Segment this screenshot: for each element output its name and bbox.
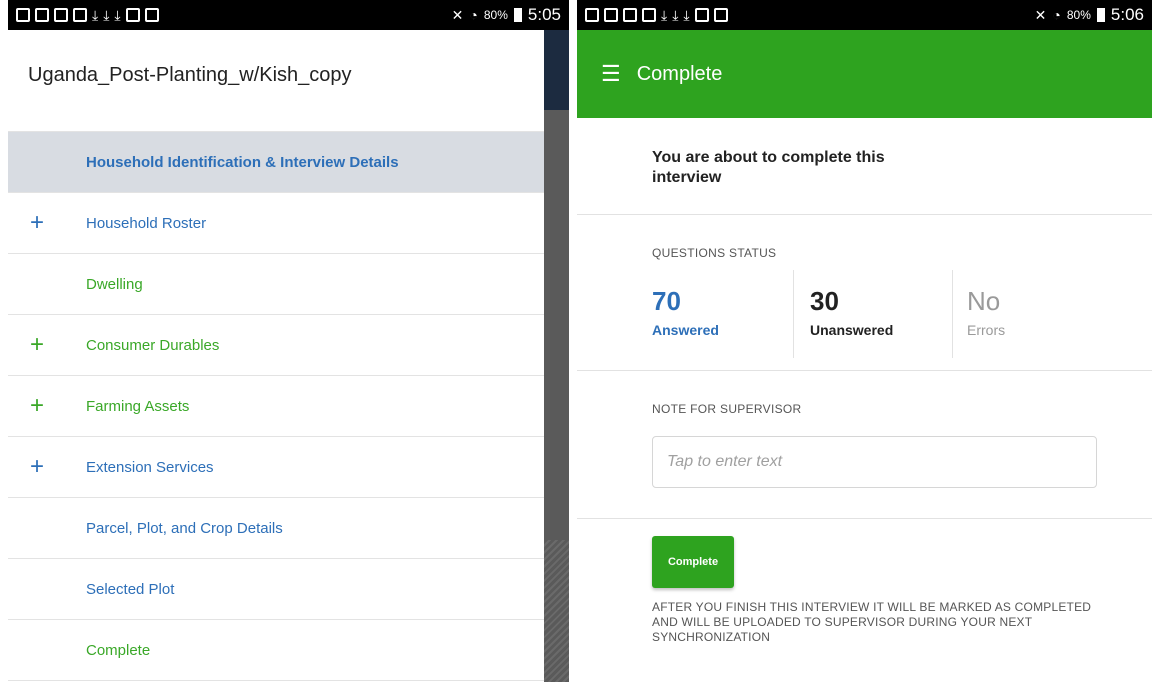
battery-percent: 80% — [483, 8, 508, 22]
nav-item-household-identification[interactable]: Household Identification & Interview Det… — [8, 132, 544, 193]
image-icon — [623, 8, 637, 22]
screen-divider — [569, 0, 577, 682]
battery-percent: 80% — [1066, 8, 1091, 22]
battery-icon — [513, 8, 522, 22]
nav-item-dwelling[interactable]: Dwelling — [8, 254, 544, 315]
nav-item-label: Parcel, Plot, and Crop Details — [86, 519, 283, 537]
right-phone-screen: ⤓ ⤓ ⤓ ✕ ◔ 80% 5:06 ☰ Complete You are ab… — [577, 0, 1152, 682]
mute-icon: ✕ — [1034, 6, 1047, 23]
unanswered-label: Unanswered — [810, 322, 894, 338]
nav-item-extension-services[interactable]: + Extension Services — [8, 437, 544, 498]
download-icon: ⤓ — [92, 6, 99, 23]
intro-text: You are about to complete this interview — [652, 149, 885, 186]
nav-item-label: Selected Plot — [86, 580, 175, 598]
bag-icon — [125, 8, 140, 22]
nav-item-label: Dwelling — [86, 275, 143, 293]
expand-plus-icon[interactable]: + — [30, 455, 44, 479]
answered-stat: 70 Answered — [652, 286, 719, 362]
nav-item-label: Farming Assets — [86, 397, 190, 415]
supervisor-note-input[interactable] — [652, 436, 1097, 488]
scrim-appbar — [544, 30, 569, 110]
clock: 5:05 — [527, 5, 561, 24]
download-icon: ⤓ — [683, 6, 690, 23]
unanswered-stat: 30 Unanswered — [810, 286, 893, 362]
mute-icon: ✕ — [451, 6, 464, 23]
cast-icon — [16, 8, 30, 22]
scrim-texture — [544, 540, 569, 682]
status-bar: ⤓ ⤓ ⤓ ✕ ◔ 80% 5:05 — [8, 0, 569, 30]
notification-icons: ⤓ ⤓ ⤓ — [16, 7, 159, 24]
left-phone-screen: ⤓ ⤓ ⤓ ✕ ◔ 80% 5:05 Uganda_Post-Planting_… — [8, 0, 569, 682]
complete-section: You are about to complete this interview… — [577, 118, 1152, 682]
stat-separator — [793, 270, 794, 358]
cast-icon — [585, 8, 599, 22]
bag-icon — [144, 8, 159, 22]
drawer-title: Uganda_Post-Planting_w/Kish_copy — [8, 30, 544, 132]
expand-plus-icon[interactable]: + — [30, 333, 44, 357]
divider — [577, 370, 1152, 371]
answered-count: 70 — [652, 286, 681, 316]
nav-item-label: Extension Services — [86, 458, 214, 476]
errors-count: No — [967, 286, 1001, 316]
nav-item-farming-assets[interactable]: + Farming Assets — [8, 376, 544, 437]
nav-item-parcel-plot-crop[interactable]: Parcel, Plot, and Crop Details — [8, 498, 544, 559]
bag-icon — [713, 8, 728, 22]
complete-button[interactable]: Complete — [652, 536, 734, 588]
nav-item-consumer-durables[interactable]: + Consumer Durables — [8, 315, 544, 376]
download-icon: ⤓ — [114, 6, 121, 23]
nav-item-selected-plot[interactable]: Selected Plot — [8, 559, 544, 620]
nav-item-label: Complete — [86, 641, 151, 659]
expand-plus-icon[interactable]: + — [30, 394, 44, 418]
answered-label: Answered — [652, 322, 719, 338]
status-bar: ⤓ ⤓ ⤓ ✕ ◔ 80% 5:06 — [577, 0, 1152, 30]
errors-stat: No Errors — [967, 286, 1005, 362]
wifi-hotspot-icon — [35, 8, 49, 22]
wifi-icon: ◔ — [1052, 7, 1061, 23]
divider — [577, 214, 1152, 215]
errors-label: Errors — [967, 322, 1006, 338]
menu-icon[interactable]: ☰ — [601, 61, 621, 87]
unanswered-count: 30 — [810, 286, 839, 316]
wifi-icon: ◔ — [469, 7, 478, 23]
download-icon: ⤓ — [103, 6, 110, 23]
expand-plus-icon[interactable]: + — [30, 211, 44, 235]
wifi-hotspot-icon — [604, 8, 618, 22]
clock: 5:06 — [1110, 5, 1144, 24]
navigation-drawer: Uganda_Post-Planting_w/Kish_copy Househo… — [8, 30, 544, 682]
image-icon — [54, 8, 68, 22]
questions-status-label: QUESTIONS STATUS — [652, 246, 777, 260]
download-icon: ⤓ — [661, 6, 668, 23]
nav-item-label: Consumer Durables — [86, 336, 220, 354]
app-bar: ☰ Complete — [577, 30, 1152, 118]
left-margin — [0, 0, 8, 682]
nav-item-household-roster[interactable]: + Household Roster — [8, 193, 544, 254]
completion-note: AFTER YOU FINISH THIS INTERVIEW IT WILL … — [652, 600, 1092, 644]
mail-icon — [73, 8, 87, 22]
notification-icons: ⤓ ⤓ ⤓ — [585, 7, 728, 24]
nav-item-complete[interactable]: Complete — [8, 620, 544, 681]
bag-icon — [694, 8, 709, 22]
page-title: Complete — [636, 62, 723, 85]
divider — [577, 518, 1152, 519]
download-icon: ⤓ — [672, 6, 679, 23]
stat-separator — [952, 270, 953, 358]
battery-icon — [1096, 8, 1105, 22]
nav-item-label: Household Roster — [86, 214, 207, 232]
nav-item-label: Household Identification & Interview Det… — [86, 153, 399, 171]
note-label: NOTE FOR SUPERVISOR — [652, 402, 802, 416]
mail-icon — [642, 8, 656, 22]
